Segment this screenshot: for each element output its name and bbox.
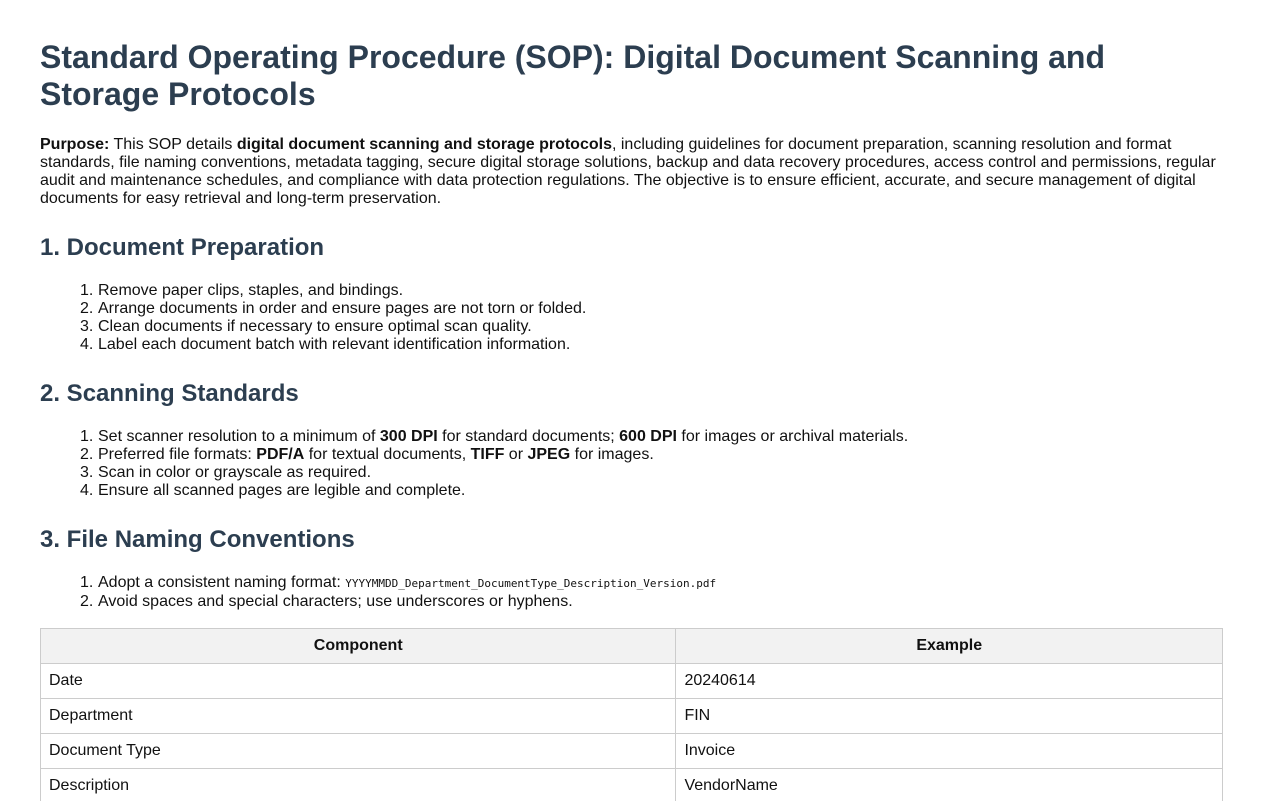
table-cell: VendorName — [675, 768, 1223, 801]
naming-components-table: Component Example Date 20240614 Departme… — [39, 628, 1223, 801]
table-cell: Date — [39, 663, 677, 699]
list-item-bold: JPEG — [527, 446, 571, 463]
section-heading-scanning-standards: 2. Scanning Standards — [40, 380, 299, 407]
list-item-text: Adopt a consistent naming format: — [98, 574, 346, 591]
list-item: Ensure all scanned pages are legible and… — [80, 482, 466, 500]
list-item: Label each document batch with relevant … — [80, 336, 571, 354]
purpose-text-bold: digital document scanning and storage pr… — [236, 136, 612, 153]
list-item: Clean documents if necessary to ensure o… — [80, 318, 532, 336]
list-item-text: or — [504, 446, 528, 463]
table-row: Document Type Invoice — [39, 733, 1223, 769]
document-preparation-list: Remove paper clips, staples, and binding… — [40, 282, 1223, 354]
list-item-bold: 600 DPI — [619, 428, 677, 445]
purpose-text-pre: This SOP details — [109, 136, 237, 153]
table-cell: Invoice — [675, 733, 1223, 769]
list-item-text: Set scanner resolution to a minimum of — [98, 428, 380, 445]
purpose-label: Purpose: — [40, 136, 110, 153]
table-row: Description VendorName — [39, 768, 1223, 801]
list-item: Set scanner resolution to a minimum of 3… — [80, 428, 1223, 446]
table-row: Date 20240614 — [39, 663, 1223, 699]
list-item: Remove paper clips, staples, and binding… — [80, 282, 404, 300]
table-cell: Document Type — [39, 733, 677, 769]
table-header-row: Component Example — [39, 628, 1223, 664]
list-item: Scan in color or grayscale as required. — [80, 464, 372, 482]
list-item-bold: PDF/A — [256, 446, 305, 463]
section-heading-document-preparation: 1. Document Preparation — [40, 234, 325, 261]
list-item: Preferred file formats: PDF/A for textua… — [80, 446, 1223, 464]
table-cell: 20240614 — [675, 663, 1223, 699]
list-item-text: Preferred file formats: — [98, 446, 257, 463]
list-item-text: for images. — [570, 446, 654, 463]
page-title: Standard Operating Procedure (SOP): Digi… — [40, 39, 1106, 112]
table-cell: Department — [39, 698, 677, 734]
list-item: Arrange documents in order and ensure pa… — [80, 300, 587, 318]
list-item-text: for textual documents, — [304, 446, 471, 463]
list-item-text: for images or archival materials. — [676, 428, 909, 445]
list-item-bold: 300 DPI — [379, 428, 438, 445]
section-heading-file-naming-conventions: 3. File Naming Conventions — [40, 526, 355, 553]
list-item-text: for standard documents; — [437, 428, 620, 445]
naming-format-code: YYYYMMDD_Department_DocumentType_Descrip… — [345, 577, 717, 590]
list-item-bold: TIFF — [470, 446, 505, 463]
table-row: Department FIN — [39, 698, 1223, 734]
table-cell: FIN — [675, 698, 1223, 734]
purpose-paragraph: Purpose: This SOP details digital docume… — [40, 136, 1223, 208]
column-header-component: Component — [39, 628, 677, 664]
column-header-example: Example — [675, 628, 1223, 664]
list-item: Avoid spaces and special characters; use… — [80, 593, 573, 611]
scanning-standards-list: Set scanner resolution to a minimum of 3… — [40, 428, 1223, 500]
list-item: Adopt a consistent naming format: YYYYMM… — [80, 574, 1223, 593]
file-naming-list: Adopt a consistent naming format: YYYYMM… — [40, 574, 1223, 611]
table-cell: Description — [39, 768, 677, 801]
sop-document: Standard Operating Procedure (SOP): Digi… — [0, 0, 1263, 801]
